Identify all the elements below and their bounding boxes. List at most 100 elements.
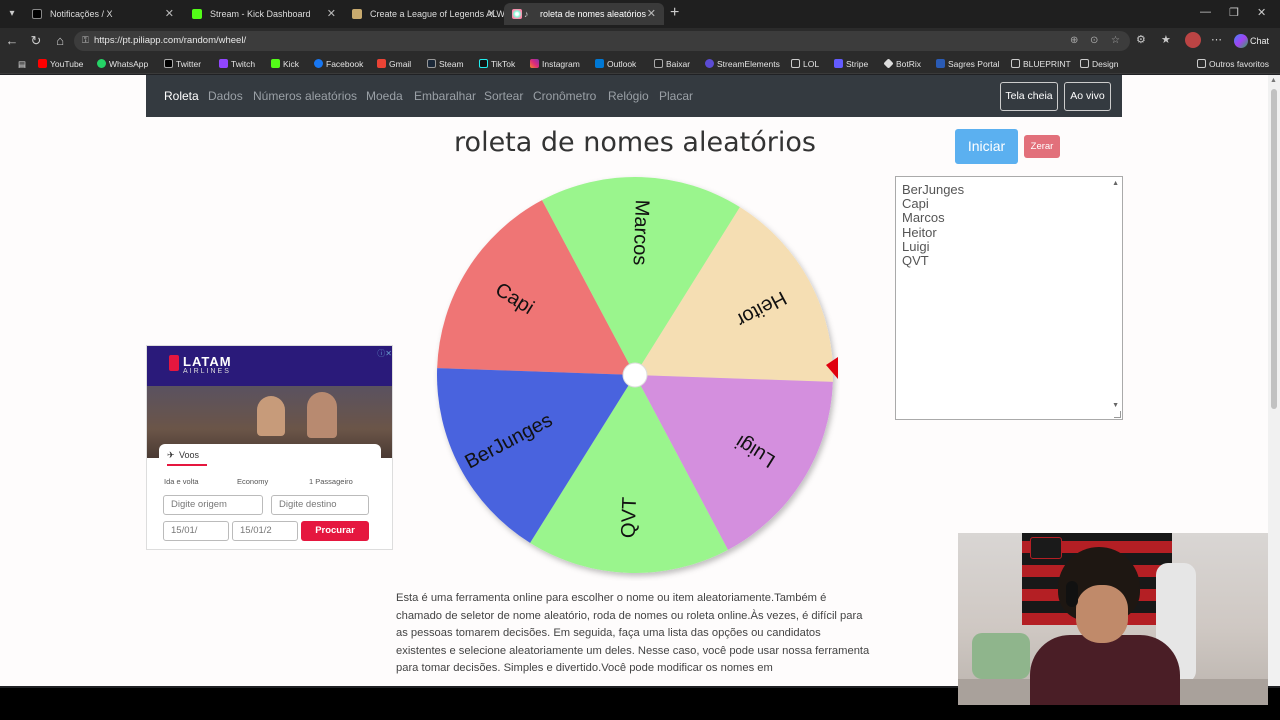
address-bar[interactable]: ⚿ https://pt.piliapp.com/random/wheel/ ⊕… [74,31,1130,51]
ad-close-icon[interactable]: ⓘ✕ [370,348,392,358]
back-icon[interactable]: ← [3,33,21,49]
bookmark-instagram[interactable]: Instagram [530,54,580,74]
person-body [1030,635,1180,705]
extensions-icon[interactable]: ⚙ [1136,33,1146,46]
destination-input[interactable]: Digite destino [271,495,369,515]
bookmark-twitter[interactable]: Twitter [164,54,201,74]
scroll-down-icon[interactable]: ▼ [1112,402,1119,409]
nav-embaralhar[interactable]: Embaralhar [414,75,476,117]
bookmark-streamelements[interactable]: StreamElements [705,54,780,74]
lock-icon: ⚿ [82,35,89,45]
close-icon[interactable]: ✕ [647,3,656,25]
folder-icon [1011,59,1020,68]
bookmark-whatsapp[interactable]: WhatsApp [97,54,148,74]
favorites-icon[interactable]: ★ [1161,33,1171,46]
nav-roleta[interactable]: Roleta [164,75,199,117]
bookmark-label: Twitter [176,59,202,69]
trip-select[interactable]: Ida e volta [164,477,199,486]
name-line: Heitor [902,224,937,240]
bookmark-label: Outlook [607,59,637,69]
ad-search-button[interactable]: Procurar [301,521,369,541]
bookmark-label: Twitch [231,59,256,69]
scroll-thumb[interactable] [1271,89,1277,409]
nav-cronometro[interactable]: Cronômetro [533,75,596,117]
close-icon[interactable]: ✕ [327,3,336,25]
resize-grip[interactable] [1114,411,1121,418]
bookmark-botrix[interactable]: BotRix [883,54,921,74]
reader-icon[interactable]: ⊙ [1090,35,1098,46]
home-icon[interactable]: ⌂ [51,33,69,49]
tab-menu-icon[interactable]: ▾ [4,6,20,22]
names-textarea[interactable]: BerJunges Capi Marcos Heitor Luigi QVT ▲… [895,176,1123,420]
name-wheel[interactable]: CapiMarcosHeitorLuigiQVTBerJunges [430,171,840,581]
date-input[interactable]: 15/01/2 [232,521,298,541]
passenger-select[interactable]: 1 Passageiro [309,477,353,486]
maximize-icon[interactable]: ❐ [1229,6,1239,19]
bookmark-sagres[interactable]: Sagres Portal [936,54,1000,74]
bookmark-label: YouTube [50,59,84,69]
close-icon[interactable]: ✕ [165,3,174,25]
more-icon[interactable]: ⋯ [1211,33,1222,46]
fullscreen-button[interactable]: Tela cheia [1000,82,1058,111]
minimize-icon[interactable]: — [1200,6,1211,18]
chat-button[interactable]: Chat [1232,31,1276,51]
bookmark-stripe[interactable]: Stripe [834,54,868,74]
nav-sortear[interactable]: Sortear [484,75,523,117]
bookmark-design[interactable]: Design [1080,54,1118,74]
url-text: https://pt.piliapp.com/random/wheel/ [94,35,247,46]
page-scrollbar[interactable]: ▲ [1268,75,1280,686]
bookmark-outlook[interactable]: Outlook [595,54,636,74]
bookmark-baixar[interactable]: Baixar [654,54,690,74]
profile-avatar[interactable] [1185,32,1201,48]
start-button[interactable]: Iniciar [955,129,1018,164]
bookmark-label: Design [1092,59,1119,69]
page-title: roleta de nomes aleatórios [454,127,816,158]
bookmark-twitch[interactable]: Twitch [219,54,255,74]
bookmark-youtube[interactable]: YouTube [38,54,83,74]
tab-x[interactable]: Notificações / X ✕ [24,3,182,25]
scroll-up-icon[interactable]: ▲ [1112,180,1119,187]
bookmark-steam[interactable]: Steam [427,54,464,74]
bookmark-tiktok[interactable]: TikTok [479,54,515,74]
new-tab-icon[interactable]: + [670,4,679,22]
bookmark-facebook[interactable]: Facebook [314,54,363,74]
live-button[interactable]: Ao vivo [1064,82,1111,111]
nav-placar[interactable]: Placar [659,75,693,117]
bookmark-gmail[interactable]: Gmail [377,54,411,74]
kick-icon [271,59,280,68]
piliapp-icon [512,9,522,19]
star-icon[interactable]: ☆ [1111,35,1120,46]
steam-icon [427,59,436,68]
bookmark-kick[interactable]: Kick [271,54,299,74]
nav-relogio[interactable]: Relógio [608,75,649,117]
whatsapp-icon [97,59,106,68]
wheel-center [622,362,648,388]
nav-moeda[interactable]: Moeda [366,75,403,117]
reset-button[interactable]: Zerar [1024,135,1060,158]
nav-numeros[interactable]: Números aleatórios [253,75,357,117]
tab-league[interactable]: Create a League of Legends ALWA ✕ [344,3,504,25]
speaker-icon[interactable]: ♪ [524,3,529,25]
cabin-select[interactable]: Economy [237,477,268,486]
close-icon[interactable]: ✕ [487,3,496,25]
latam-logo-icon [169,355,179,371]
ad-tab-voos[interactable]: ✈ Voos [167,450,199,460]
x-icon [164,59,173,68]
other-bookmarks[interactable]: Outros favoritos [1197,54,1269,74]
kick-icon [192,9,202,19]
scroll-up-icon[interactable]: ▲ [1270,77,1277,84]
tab-roleta[interactable]: ♪ roleta de nomes aleatórios ✕ [504,3,664,25]
latam-ad[interactable]: LATAM AIRLINES ⓘ✕ ✈ Voos Ida e volta Econ… [146,345,393,550]
date-input[interactable]: 15/01/ [163,521,229,541]
reload-icon[interactable]: ↻ [27,33,45,49]
zoom-icon[interactable]: ⊕ [1070,35,1078,46]
bookmark-label: Stripe [846,59,869,69]
nav-dados[interactable]: Dados [208,75,243,117]
bookmark-lol[interactable]: LOL [791,54,819,74]
toys [972,633,1030,679]
bookmarks-menu-icon[interactable]: ▤ [6,54,26,74]
origin-input[interactable]: Digite origem [163,495,263,515]
tab-kick[interactable]: Stream - Kick Dashboard ✕ [184,3,344,25]
bookmark-blueprint[interactable]: BLUEPRINT [1011,54,1071,74]
close-window-icon[interactable]: ✕ [1257,6,1266,19]
